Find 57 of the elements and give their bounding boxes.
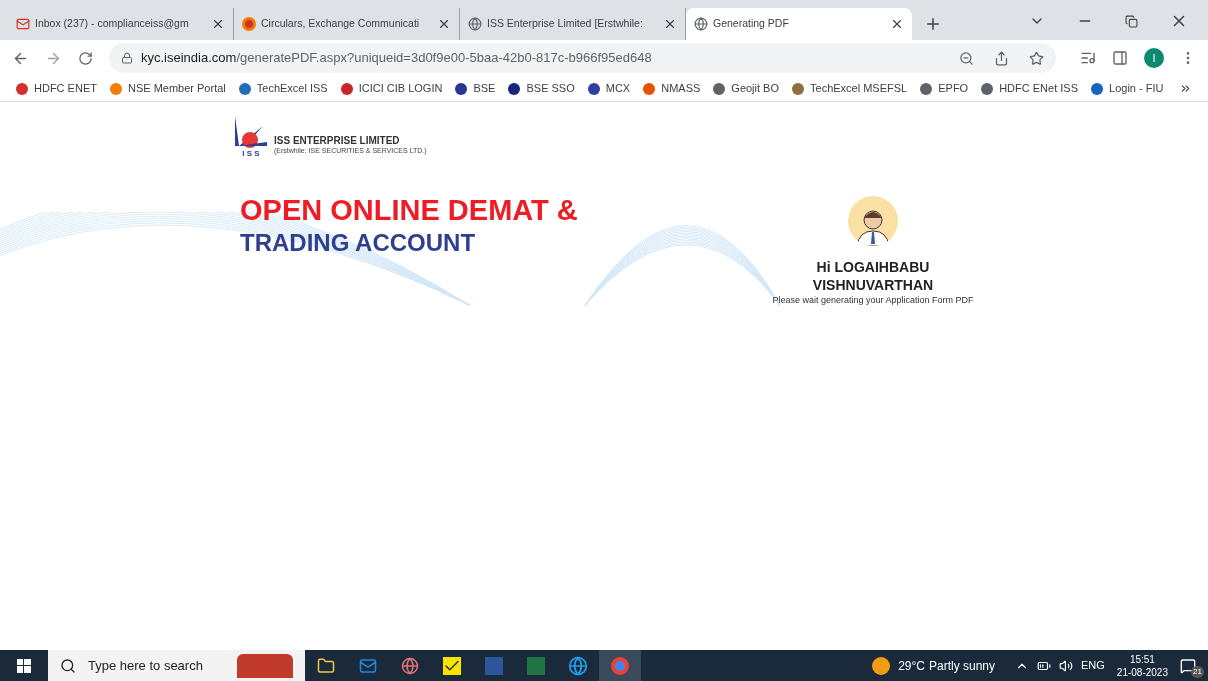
language-indicator[interactable]: ENG [1081,657,1105,674]
bookmark[interactable]: TechExcel ISS [238,80,328,97]
new-tab-icon[interactable] [924,15,942,33]
bookmark[interactable]: NMASS [643,80,701,97]
bookmark[interactable]: Geojit BO [713,80,779,97]
tab-title: Circulars, Exchange Communicati [261,16,421,32]
zoom-icon[interactable] [959,50,974,66]
close-icon[interactable] [663,17,677,31]
browser-icon[interactable] [599,650,641,681]
tab-title: Inbox (237) - complianceiss@gm [35,16,190,32]
lock-icon [121,52,133,64]
site-icon [242,17,256,31]
clock[interactable]: 15:51 21-08-2023 [1116,652,1168,679]
bookmark[interactable]: NSE Member Portal [109,80,226,97]
avatar-icon [848,196,898,246]
weather-condition[interactable]: Partly sunny [928,656,995,675]
media-icon[interactable] [1080,50,1096,66]
tab-title: Generating PDF [713,16,790,32]
bookmark[interactable]: HDFC ENet ISS [981,80,1079,97]
bookmark[interactable]: ICICI CIB LOGIN [340,80,443,97]
bookmark[interactable]: EPFO [920,80,969,97]
close-icon[interactable] [890,17,904,31]
search-field[interactable]: Type here to search [48,650,305,681]
address-field[interactable]: kyc.iseindia.com/generatePDF.aspx?uniqueid=3d0f9e00-5baa-42b0-817c-b966f95ed648 [109,43,1056,73]
notification-count: 21 [1191,665,1204,678]
reload-icon[interactable] [78,50,93,66]
share-icon[interactable] [994,50,1009,66]
bookmark[interactable]: BSE [455,80,496,97]
bookmark[interactable]: MCX [587,80,631,97]
close-icon[interactable] [437,17,451,31]
company-name: ISS ENTERPRISE LIMITED [274,134,401,148]
bookmark[interactable]: BSE SSO [508,80,575,97]
restore-icon[interactable] [1125,14,1138,28]
status-message: Please wait generating your Application Form PDF [772,294,974,307]
bookmark[interactable]: HDFC ENET [16,80,97,97]
volume-icon[interactable] [1059,658,1073,673]
tab-title: ISS Enterprise Limited [Erstwhile: [487,16,644,32]
profile-avatar[interactable]: I [1144,48,1164,68]
more-bookmarks-icon[interactable] [1179,82,1192,95]
bookmark[interactable]: TechExcel MSEFSL [792,80,908,97]
url-text: kyc.iseindia.com/generatePDF.aspx?uniqueid=3d0f9e00-5baa-42b0-817c-b966f95ed648 [141,49,653,68]
bookmark[interactable]: Login - FIU [1091,80,1164,97]
mail-icon [16,17,30,31]
search-icon [60,657,76,674]
temperature[interactable]: 29°C [898,656,925,675]
close-icon[interactable] [211,17,225,31]
greeting: Hi LOGAIHBABU [816,258,930,276]
headline: OPEN ONLINE DEMAT & [240,193,579,228]
globe-icon [694,17,708,31]
weather-icon[interactable] [872,656,891,675]
side-panel-icon[interactable] [1112,50,1128,66]
greeting: VISHNUVARTHAN [812,276,934,294]
headline: TRADING ACCOUNT [240,228,477,259]
star-icon[interactable] [1029,50,1044,66]
globe-icon [468,17,482,31]
browser-tab[interactable]: Generating PDF [686,8,912,40]
logo-letters: I S S [242,150,260,158]
